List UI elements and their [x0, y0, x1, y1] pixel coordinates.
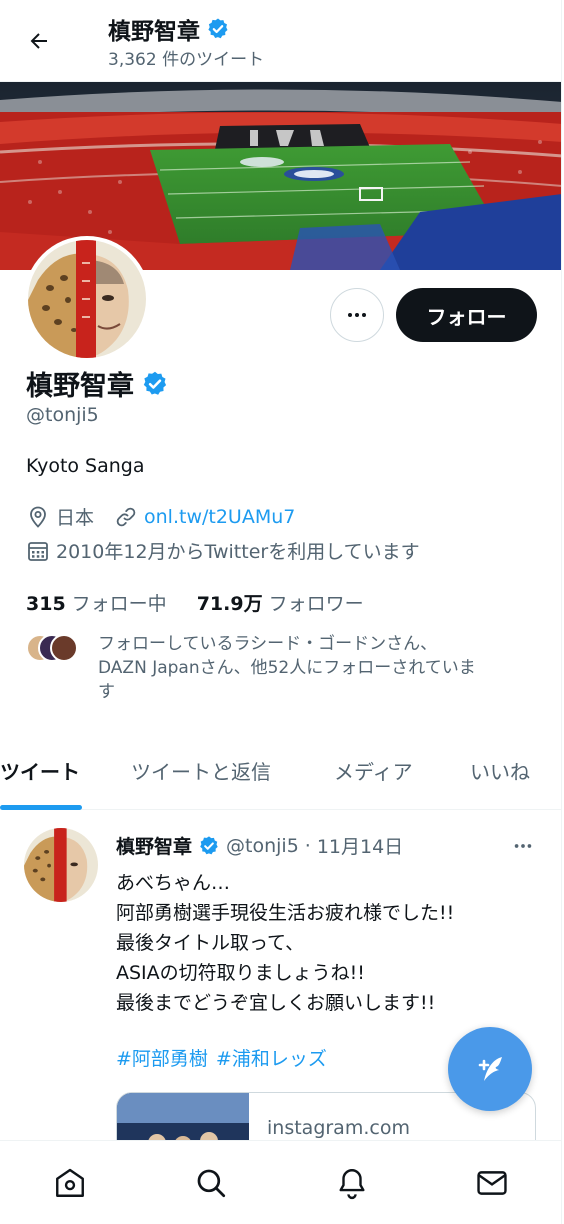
tweet-line: あべちゃん… — [116, 872, 231, 894]
tweet-text: あべちゃん… 阿部勇樹選手現役生活お疲れ様でした!! 最後タイトル取って、 AS… — [116, 868, 536, 1018]
profile-name: 槙野智章 — [26, 364, 169, 403]
profile-page: 槙野智章 3,362 件のツイート フォロー 槙野智章 @tonji5 Kyot… — [0, 0, 562, 1224]
follow-button[interactable]: フォロー — [396, 288, 537, 342]
tweet-line: 最後までどうぞ宜しくお願いします!! — [116, 992, 436, 1014]
hashtag-link[interactable]: #浦和レッズ — [216, 1044, 327, 1071]
follow-counts: 315 フォロー中 71.9万 フォロワー — [26, 589, 364, 616]
nav-home[interactable] — [50, 1163, 90, 1203]
more-horizontal-icon — [514, 844, 532, 848]
more-options-button[interactable] — [330, 288, 384, 342]
tweet-more-button[interactable] — [506, 834, 540, 858]
verified-badge-icon — [143, 371, 167, 395]
verified-badge-icon — [208, 18, 228, 39]
avatar-image — [24, 828, 98, 902]
profile-handle: @tonji5 — [26, 404, 99, 426]
tab-likes[interactable]: いいね — [470, 756, 530, 785]
location-pin-icon — [30, 506, 46, 528]
followed-by-line: す — [98, 682, 115, 702]
tweet-separator: · — [304, 834, 311, 857]
active-tab-indicator — [0, 805, 82, 810]
calendar-icon — [28, 541, 48, 561]
arrow-left-icon — [30, 33, 47, 49]
nav-search[interactable] — [191, 1163, 231, 1203]
following-label: フォロー中 — [71, 593, 167, 615]
profile-name-text: 槙野智章 — [26, 371, 134, 402]
following-link[interactable]: 315 フォロー中 — [26, 589, 167, 616]
followers-link[interactable]: 71.9万 フォロワー — [197, 589, 364, 616]
nav-notifications[interactable] — [332, 1163, 372, 1203]
tweet-line: 阿部勇樹選手現役生活お疲れ様でした!! — [116, 902, 455, 924]
tab-tweets[interactable]: ツイート — [0, 756, 80, 785]
tweet-author-handle: @tonji5 — [226, 834, 299, 857]
link-icon — [116, 507, 136, 526]
profile-joined-row: 2010年12月からTwitterを利用しています — [26, 537, 420, 564]
avatar-image — [28, 240, 146, 358]
verified-badge-icon — [200, 835, 218, 854]
profile-bio: Kyoto Sanga — [26, 455, 145, 477]
profile-meta-row: 日本 onl.tw/t2UAMu7 — [26, 503, 295, 530]
header-title: 槙野智章 — [108, 12, 230, 46]
bell-icon — [339, 1169, 365, 1200]
tweet-hashtags: #阿部勇樹 #浦和レッズ — [116, 1044, 327, 1071]
followed-by-text: フォローしているラシード・ゴードンさん、 DAZN Japanさん、他52人にフ… — [98, 632, 476, 704]
following-count: 315 — [26, 593, 66, 615]
followers-label: フォロワー — [268, 593, 364, 615]
followed-by-line: フォローしているラシード・ゴードンさん、 — [98, 634, 438, 654]
profile-avatar[interactable] — [24, 236, 150, 362]
compose-tweet-icon — [478, 1057, 502, 1081]
more-horizontal-icon — [348, 313, 366, 317]
tweet-avatar[interactable] — [24, 828, 98, 902]
tweet-header: 槙野智章 @tonji5 · 11月14日 — [116, 832, 403, 859]
tweet-date[interactable]: 11月14日 — [317, 832, 403, 859]
follower-avatar — [50, 634, 78, 662]
profile-tabs: ツイート ツイートと返信 メディア いいね — [0, 736, 561, 810]
followed-by-line: DAZN Japanさん、他52人にフォローされていま — [98, 658, 476, 678]
hashtag-link[interactable]: #阿部勇樹 — [116, 1044, 208, 1071]
tweet-line: 最後タイトル取って、 — [116, 932, 305, 954]
nav-messages[interactable] — [472, 1163, 512, 1203]
profile-joined: 2010年12月からTwitterを利用しています — [56, 541, 420, 563]
bottom-navigation — [0, 1140, 561, 1224]
profile-location: 日本 — [56, 507, 95, 529]
back-button[interactable] — [20, 22, 58, 60]
tab-tweets-and-replies[interactable]: ツイートと返信 — [131, 756, 271, 785]
profile-link[interactable]: onl.tw/t2UAMu7 — [144, 506, 295, 528]
followed-by-avatars — [26, 634, 80, 662]
followed-by[interactable]: フォローしているラシード・ゴードンさん、 DAZN Japanさん、他52人にフ… — [26, 632, 546, 704]
home-icon — [56, 1168, 84, 1197]
compose-tweet-button[interactable] — [448, 1027, 532, 1111]
tweet-line: ASIAの切符取りましょうね!! — [116, 962, 365, 984]
card-domain: instagram.com — [267, 1117, 410, 1139]
envelope-icon — [477, 1171, 507, 1195]
tweet-author-name[interactable]: 槙野智章 — [116, 832, 192, 859]
top-bar: 槙野智章 3,362 件のツイート — [0, 0, 561, 82]
tweet-count: 3,362 件のツイート — [108, 50, 265, 70]
tab-media[interactable]: メディア — [334, 756, 413, 785]
header-name: 槙野智章 — [108, 19, 200, 45]
search-icon — [197, 1169, 226, 1198]
followers-count: 71.9万 — [196, 593, 263, 615]
